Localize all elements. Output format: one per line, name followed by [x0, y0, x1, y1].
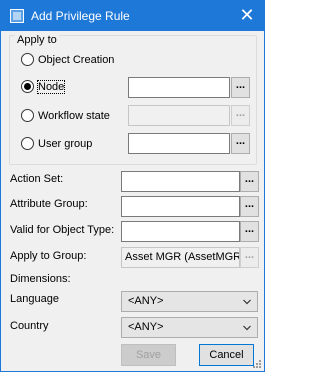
add-privilege-rule-dialog: Add Privilege Rule ✕ Apply to Object Cre… — [0, 0, 265, 372]
radio-node[interactable]: Node — [21, 79, 66, 94]
valid-for-object-type-label: Valid for Object Type: — [10, 224, 115, 236]
save-button: Save — [121, 344, 176, 366]
action-set-field[interactable] — [121, 171, 240, 192]
radio-workflow-state[interactable]: Workflow state — [21, 109, 110, 122]
radio-user-group-label[interactable]: User group — [38, 138, 92, 150]
attribute-group-label: Attribute Group: — [10, 198, 88, 210]
chevron-down-icon — [243, 299, 251, 305]
language-dropdown[interactable]: <ANY> — [121, 291, 258, 312]
apply-to-group-browse-button: ... — [240, 247, 259, 268]
action-set-label: Action Set: — [10, 173, 64, 185]
radio-workflow-state-indicator[interactable] — [21, 109, 34, 122]
dimensions-label: Dimensions: — [10, 273, 71, 285]
resize-grip-icon[interactable] — [252, 359, 262, 369]
dialog-title: Add Privilege Rule — [31, 9, 130, 23]
radio-object-creation[interactable]: Object Creation — [21, 53, 114, 66]
apply-to-legend: Apply to — [15, 34, 59, 46]
attribute-group-field[interactable] — [121, 196, 240, 217]
user-group-browse-button[interactable]: ... — [231, 133, 250, 154]
workflow-state-browse-button: ... — [231, 105, 250, 126]
workflow-state-field — [128, 105, 230, 126]
node-field[interactable] — [128, 77, 230, 98]
country-label: Country — [10, 320, 49, 332]
attribute-group-browse-button[interactable]: ... — [240, 196, 259, 217]
radio-user-group[interactable]: User group — [21, 137, 92, 150]
apply-to-group-field: Asset MGR (AssetMGR) — [121, 247, 240, 268]
apply-to-group-label: Apply to Group: — [10, 250, 87, 262]
language-dropdown-value: <ANY> — [128, 295, 164, 307]
radio-workflow-state-label[interactable]: Workflow state — [38, 110, 110, 122]
valid-for-object-type-browse-button[interactable]: ... — [240, 221, 259, 242]
country-dropdown-value: <ANY> — [128, 321, 164, 333]
action-set-browse-button[interactable]: ... — [240, 171, 259, 192]
close-icon[interactable]: ✕ — [234, 3, 260, 27]
language-label: Language — [10, 293, 59, 305]
country-dropdown[interactable]: <ANY> — [121, 317, 258, 338]
radio-object-creation-indicator[interactable] — [21, 53, 34, 66]
user-group-field[interactable] — [128, 133, 230, 154]
radio-node-label[interactable]: Node — [36, 79, 66, 94]
radio-node-indicator[interactable] — [21, 80, 34, 93]
radio-user-group-indicator[interactable] — [21, 137, 34, 150]
valid-for-object-type-field[interactable] — [121, 221, 240, 242]
cancel-button[interactable]: Cancel — [199, 344, 254, 366]
app-window-icon — [10, 9, 24, 23]
chevron-down-icon — [243, 325, 251, 331]
radio-object-creation-label[interactable]: Object Creation — [38, 54, 114, 66]
node-browse-button[interactable]: ... — [231, 77, 250, 98]
title-bar[interactable]: Add Privilege Rule ✕ — [1, 1, 264, 31]
